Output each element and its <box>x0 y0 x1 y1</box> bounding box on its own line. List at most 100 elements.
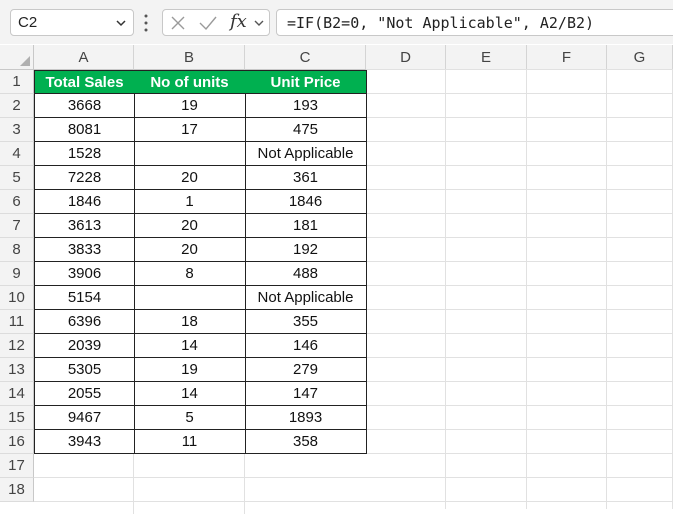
table-cell[interactable]: 20 <box>134 214 246 238</box>
row-header-7[interactable]: 7 <box>0 214 34 238</box>
select-all-icon <box>20 56 30 66</box>
gridline <box>366 453 673 454</box>
select-all-corner[interactable] <box>0 45 34 70</box>
formula-bar-area: C2 fx =IF(B2=0, "Not Applicable", A2/B2) <box>0 0 673 44</box>
table-cell[interactable]: 3943 <box>34 430 135 454</box>
table-cell[interactable]: 488 <box>245 262 367 286</box>
column-header-g[interactable]: G <box>607 45 673 70</box>
column-header-a[interactable]: A <box>34 45 134 70</box>
table-cell[interactable]: 8 <box>134 262 246 286</box>
table-cell[interactable]: 7228 <box>34 166 135 190</box>
gridline <box>366 117 673 118</box>
table-cell[interactable]: 1528 <box>34 142 135 166</box>
table-cell[interactable]: Not Applicable <box>245 286 367 310</box>
column-header-f[interactable]: F <box>527 45 607 70</box>
gridline <box>366 285 673 286</box>
row-header-14[interactable]: 14 <box>0 382 34 406</box>
table-cell[interactable]: 8081 <box>34 118 135 142</box>
row-header-4[interactable]: 4 <box>0 142 34 166</box>
table-cell[interactable]: 19 <box>134 94 246 118</box>
row-header-2[interactable]: 2 <box>0 94 34 118</box>
gridline <box>366 237 673 238</box>
row-header-17[interactable]: 17 <box>0 454 34 478</box>
table-cell[interactable]: 14 <box>134 382 246 406</box>
table-cell[interactable]: 3613 <box>34 214 135 238</box>
gridline <box>366 501 673 502</box>
table-cell[interactable]: 193 <box>245 94 367 118</box>
table-cell[interactable]: 279 <box>245 358 367 382</box>
more-options-icon[interactable] <box>143 13 149 33</box>
row-header-18[interactable]: 18 <box>0 478 34 502</box>
insert-function-icon[interactable]: fx <box>230 11 247 32</box>
table-cell[interactable]: 20 <box>134 238 246 262</box>
table-cell[interactable]: 361 <box>245 166 367 190</box>
gridline <box>366 429 673 430</box>
table-cell[interactable] <box>134 286 246 310</box>
row-header-3[interactable]: 3 <box>0 118 34 142</box>
gridline <box>244 454 245 514</box>
formula-input[interactable]: =IF(B2=0, "Not Applicable", A2/B2) <box>276 9 673 36</box>
gridline <box>34 501 366 502</box>
gridline <box>606 70 607 509</box>
column-header-b[interactable]: B <box>134 45 245 70</box>
column-header-d[interactable]: D <box>366 45 446 70</box>
table-header-cell[interactable]: Total Sales <box>34 70 135 94</box>
table-cell[interactable]: 1 <box>134 190 246 214</box>
row-header-9[interactable]: 9 <box>0 262 34 286</box>
row-header-15[interactable]: 15 <box>0 406 34 430</box>
table-cell[interactable]: 2055 <box>34 382 135 406</box>
table-cell[interactable]: 9467 <box>34 406 135 430</box>
chevron-down-icon[interactable] <box>114 16 128 30</box>
row-header-11[interactable]: 11 <box>0 310 34 334</box>
gridline <box>366 357 673 358</box>
row-header-10[interactable]: 10 <box>0 286 34 310</box>
gridline <box>366 333 673 334</box>
name-box[interactable]: C2 <box>10 9 134 36</box>
table-cell[interactable] <box>134 142 246 166</box>
gridline <box>366 93 673 94</box>
table-cell[interactable]: 5154 <box>34 286 135 310</box>
row-header-13[interactable]: 13 <box>0 358 34 382</box>
table-cell[interactable]: 475 <box>245 118 367 142</box>
table-cell[interactable]: 192 <box>245 238 367 262</box>
gridline <box>366 69 673 70</box>
row-header-12[interactable]: 12 <box>0 334 34 358</box>
table-header-cell[interactable]: No of units <box>134 70 246 94</box>
table-cell[interactable]: 3833 <box>34 238 135 262</box>
table-cell[interactable]: 1846 <box>245 190 367 214</box>
row-header-5[interactable]: 5 <box>0 166 34 190</box>
name-box-value: C2 <box>18 14 38 31</box>
table-cell[interactable]: 18 <box>134 310 246 334</box>
gridline <box>366 477 673 478</box>
table-cell[interactable]: 14 <box>134 334 246 358</box>
cancel-icon[interactable] <box>170 15 186 31</box>
table-cell[interactable]: 20 <box>134 166 246 190</box>
gridline <box>34 477 366 478</box>
row-header-1[interactable]: 1 <box>0 70 34 94</box>
table-cell[interactable]: 2039 <box>34 334 135 358</box>
table-header-cell[interactable]: Unit Price <box>245 70 367 94</box>
table-cell[interactable]: 147 <box>245 382 367 406</box>
table-cell[interactable]: 3906 <box>34 262 135 286</box>
table-cell[interactable]: 181 <box>245 214 367 238</box>
column-header-e[interactable]: E <box>446 45 527 70</box>
row-header-16[interactable]: 16 <box>0 430 34 454</box>
table-cell[interactable]: 5305 <box>34 358 135 382</box>
row-header-6[interactable]: 6 <box>0 190 34 214</box>
chevron-down-icon[interactable] <box>253 17 265 31</box>
table-cell[interactable]: 358 <box>245 430 367 454</box>
table-cell[interactable]: 3668 <box>34 94 135 118</box>
table-cell[interactable]: 6396 <box>34 310 135 334</box>
table-cell[interactable]: 19 <box>134 358 246 382</box>
table-cell[interactable]: 146 <box>245 334 367 358</box>
table-cell[interactable]: 17 <box>134 118 246 142</box>
enter-check-icon[interactable] <box>198 15 218 31</box>
table-cell[interactable]: 355 <box>245 310 367 334</box>
table-cell[interactable]: 1846 <box>34 190 135 214</box>
column-header-c[interactable]: C <box>245 45 366 70</box>
table-cell[interactable]: 5 <box>134 406 246 430</box>
row-header-8[interactable]: 8 <box>0 238 34 262</box>
table-cell[interactable]: 11 <box>134 430 246 454</box>
table-cell[interactable]: 1893 <box>245 406 367 430</box>
table-cell[interactable]: Not Applicable <box>245 142 367 166</box>
